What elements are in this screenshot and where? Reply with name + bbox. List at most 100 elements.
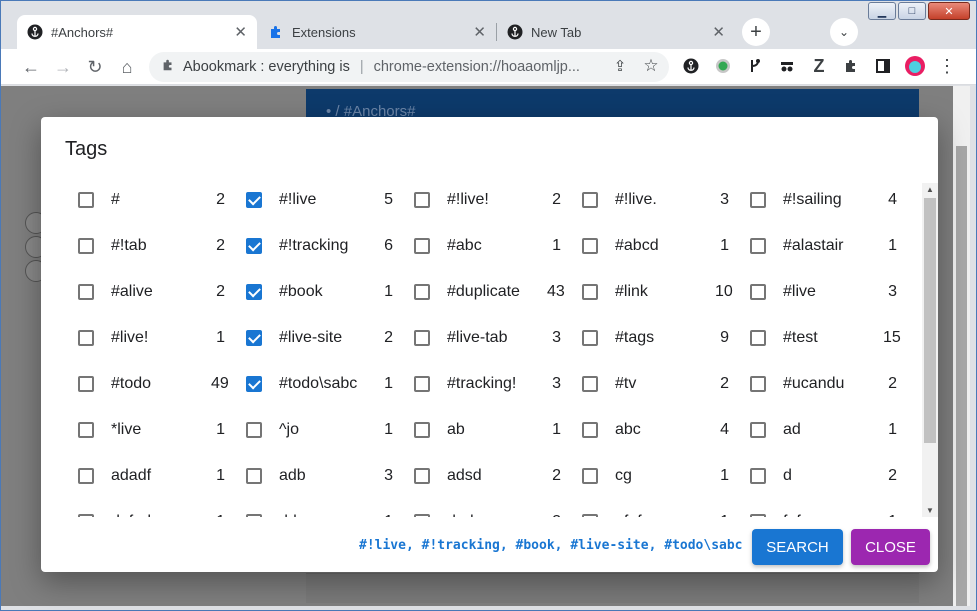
- tag-item[interactable]: ded2: [405, 505, 573, 517]
- tag-checkbox[interactable]: [246, 514, 262, 517]
- tag-checkbox[interactable]: [246, 192, 262, 208]
- tab-anchors[interactable]: #Anchors# ✕: [17, 15, 257, 49]
- new-tab-button[interactable]: +: [742, 18, 770, 46]
- tag-item[interactable]: ab 1: [405, 413, 573, 447]
- tag-checkbox[interactable]: [414, 422, 430, 438]
- tag-item[interactable]: #alastair 1: [741, 229, 909, 263]
- tag-item[interactable]: ad 1: [741, 413, 909, 447]
- tag-checkbox[interactable]: [582, 330, 598, 346]
- tag-checkbox[interactable]: [414, 468, 430, 484]
- tag-item[interactable]: #live! 1: [69, 321, 237, 355]
- share-icon[interactable]: ⇪: [608, 54, 632, 78]
- tag-item[interactable]: dd1: [237, 505, 405, 517]
- tag-item[interactable]: adadf 1: [69, 459, 237, 493]
- tag-item[interactable]: #alive 2: [69, 275, 237, 309]
- tag-item[interactable]: cg 1: [573, 459, 741, 493]
- tab-extensions[interactable]: Extensions ✕: [258, 15, 496, 49]
- back-button[interactable]: ←: [17, 53, 45, 81]
- tab-new-tab[interactable]: New Tab ✕: [497, 15, 735, 49]
- tag-checkbox[interactable]: [414, 284, 430, 300]
- tag-item[interactable]: #abc 1: [405, 229, 573, 263]
- tag-checkbox[interactable]: [414, 376, 430, 392]
- branch-extension-icon[interactable]: [743, 54, 767, 78]
- tag-item[interactable]: #!sailing 4: [741, 183, 909, 217]
- tag-checkbox[interactable]: [78, 514, 94, 517]
- tag-checkbox[interactable]: [582, 284, 598, 300]
- page-scrollbar-thumb[interactable]: [956, 146, 967, 606]
- tag-checkbox[interactable]: [414, 330, 430, 346]
- tag-list-scrollbar-thumb[interactable]: [924, 198, 936, 443]
- tab-close-icon[interactable]: ✕: [473, 23, 486, 41]
- search-button[interactable]: SEARCH: [752, 529, 843, 565]
- green-dot-extension-icon[interactable]: [711, 54, 735, 78]
- tag-checkbox[interactable]: [750, 468, 766, 484]
- tag-item[interactable]: #!live! 2: [405, 183, 573, 217]
- profile-avatar-icon[interactable]: [903, 54, 927, 78]
- minimize-button[interactable]: ▁: [868, 2, 896, 20]
- tag-item[interactable]: #live-site 2: [237, 321, 405, 355]
- tag-checkbox[interactable]: [750, 238, 766, 254]
- tag-checkbox[interactable]: [582, 376, 598, 392]
- tag-checkbox[interactable]: [582, 422, 598, 438]
- tag-checkbox[interactable]: [246, 422, 262, 438]
- tag-item[interactable]: #2: [69, 183, 237, 217]
- tag-checkbox[interactable]: [246, 284, 262, 300]
- tag-item[interactable]: #todo 49: [69, 367, 237, 401]
- tag-item[interactable]: #!tab 2: [69, 229, 237, 263]
- tag-item[interactable]: #!tracking 6: [237, 229, 405, 263]
- bookmark-star-icon[interactable]: ☆: [639, 54, 663, 78]
- tag-item[interactable]: d2: [741, 459, 909, 493]
- tag-checkbox[interactable]: [750, 376, 766, 392]
- scroll-down-icon[interactable]: ▼: [926, 506, 934, 515]
- tag-checkbox[interactable]: [78, 422, 94, 438]
- browser-menu-icon[interactable]: ⋮: [935, 54, 959, 78]
- address-bar[interactable]: Abookmark : everything is | chrome-exten…: [149, 52, 669, 82]
- tag-item[interactable]: #tv 2: [573, 367, 741, 401]
- window-close-button[interactable]: ✕: [928, 2, 970, 20]
- side-panel-icon[interactable]: [871, 54, 895, 78]
- tag-checkbox[interactable]: [582, 514, 598, 517]
- tag-checkbox[interactable]: [78, 192, 94, 208]
- reload-button[interactable]: ↻: [81, 53, 109, 81]
- incognito-extension-icon[interactable]: [775, 54, 799, 78]
- tag-checkbox[interactable]: [246, 376, 262, 392]
- tag-checkbox[interactable]: [246, 468, 262, 484]
- tag-list-scrollbar[interactable]: ▲ ▼: [922, 183, 938, 517]
- tag-item[interactable]: ^jo 1: [237, 413, 405, 447]
- tag-checkbox[interactable]: [750, 330, 766, 346]
- tag-item[interactable]: #!live 5: [237, 183, 405, 217]
- maximize-button[interactable]: □: [898, 2, 926, 20]
- tag-checkbox[interactable]: [78, 238, 94, 254]
- tag-item[interactable]: adb 3: [237, 459, 405, 493]
- tag-item[interactable]: #abcd 1: [573, 229, 741, 263]
- tag-checkbox[interactable]: [750, 192, 766, 208]
- tag-checkbox[interactable]: [750, 422, 766, 438]
- z-extension-icon[interactable]: Z: [807, 54, 831, 78]
- close-button[interactable]: CLOSE: [851, 529, 930, 565]
- tab-search-button[interactable]: ⌄: [830, 18, 858, 46]
- tag-item[interactable]: #link 10: [573, 275, 741, 309]
- tag-item[interactable]: #duplicate 43: [405, 275, 573, 309]
- tag-checkbox[interactable]: [246, 330, 262, 346]
- home-button[interactable]: ⌂: [113, 53, 141, 81]
- tag-item[interactable]: fefe1: [741, 505, 909, 517]
- tag-checkbox[interactable]: [78, 376, 94, 392]
- tag-item[interactable]: *live 1: [69, 413, 237, 447]
- tag-checkbox[interactable]: [582, 238, 598, 254]
- tag-checkbox[interactable]: [246, 238, 262, 254]
- anchor-extension-icon[interactable]: [679, 54, 703, 78]
- tag-item[interactable]: efefe1: [573, 505, 741, 517]
- tab-close-icon[interactable]: ✕: [712, 23, 725, 41]
- tag-item[interactable]: #!live. 3: [573, 183, 741, 217]
- tag-checkbox[interactable]: [78, 330, 94, 346]
- tag-item[interactable]: adsd 2: [405, 459, 573, 493]
- tag-checkbox[interactable]: [414, 192, 430, 208]
- tag-item[interactable]: #live 3: [741, 275, 909, 309]
- tab-close-icon[interactable]: ✕: [234, 23, 247, 41]
- tag-checkbox[interactable]: [78, 468, 94, 484]
- page-scrollbar[interactable]: [953, 86, 970, 606]
- scroll-up-icon[interactable]: ▲: [926, 185, 934, 194]
- tag-checkbox[interactable]: [750, 514, 766, 517]
- tag-item[interactable]: #tags 9: [573, 321, 741, 355]
- extensions-puzzle-icon[interactable]: [839, 54, 863, 78]
